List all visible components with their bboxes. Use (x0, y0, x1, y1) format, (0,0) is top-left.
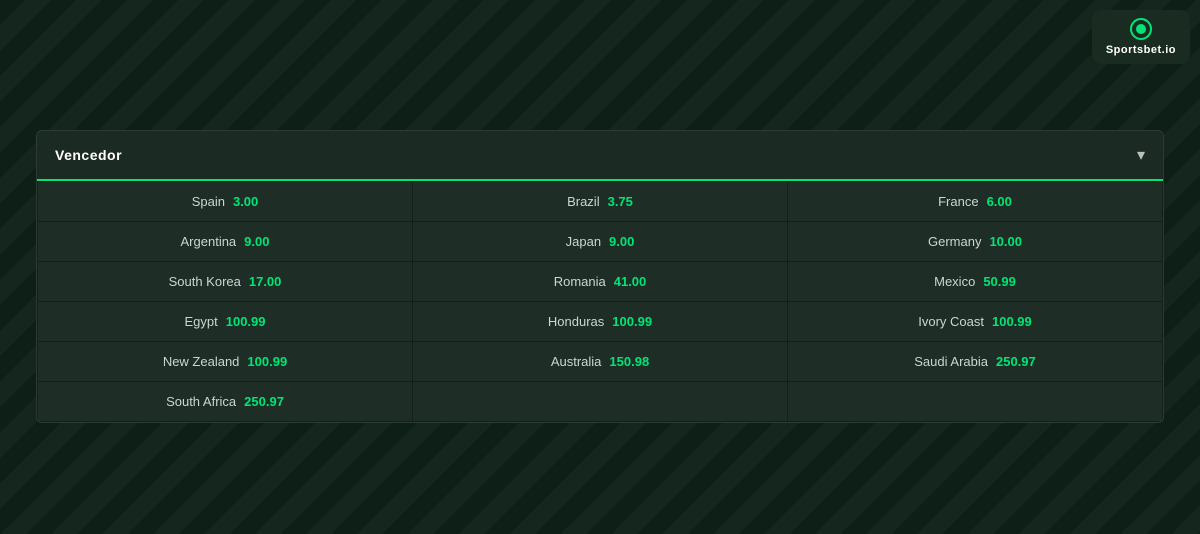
odds-value: 9.00 (244, 234, 269, 249)
logo-text: Sportsbet.io (1106, 44, 1176, 56)
odds-value: 3.00 (233, 194, 258, 209)
country-name: New Zealand (163, 354, 240, 369)
odds-value: 100.99 (992, 314, 1032, 329)
country-name: France (938, 194, 978, 209)
panel-title: Vencedor (55, 147, 122, 163)
odds-cell[interactable]: Argentina 9.00 (38, 222, 412, 261)
odds-cell[interactable]: France 6.00 (788, 182, 1162, 221)
odds-value: 41.00 (614, 274, 647, 289)
odds-cell[interactable]: Romania 41.00 (413, 262, 787, 301)
odds-cell[interactable]: Germany 10.00 (788, 222, 1162, 261)
odds-cell[interactable]: Brazil 3.75 (413, 182, 787, 221)
odds-value: 100.99 (247, 354, 287, 369)
logo-container: Sportsbet.io (1092, 10, 1190, 64)
country-name: Mexico (934, 274, 975, 289)
odds-cell[interactable]: New Zealand 100.99 (38, 342, 412, 381)
country-name: Romania (554, 274, 606, 289)
country-name: Brazil (567, 194, 600, 209)
country-name: Argentina (181, 234, 237, 249)
country-name: Egypt (184, 314, 217, 329)
odds-value: 10.00 (989, 234, 1022, 249)
odds-value: 50.99 (983, 274, 1016, 289)
country-name: Spain (192, 194, 225, 209)
odds-cell[interactable]: South Africa 250.97 (38, 382, 412, 421)
odds-value: 100.99 (612, 314, 652, 329)
country-name: Saudi Arabia (914, 354, 988, 369)
country-name: Ivory Coast (918, 314, 984, 329)
odds-value: 250.97 (996, 354, 1036, 369)
logo-icon (1130, 18, 1152, 40)
odds-value: 17.00 (249, 274, 282, 289)
odds-cell[interactable]: Saudi Arabia 250.97 (788, 342, 1162, 381)
odds-cell (788, 382, 1162, 421)
odds-cell[interactable]: Japan 9.00 (413, 222, 787, 261)
odds-value: 9.00 (609, 234, 634, 249)
odds-cell[interactable]: South Korea 17.00 (38, 262, 412, 301)
chevron-down-icon[interactable]: ▾ (1137, 145, 1145, 165)
odds-cell[interactable]: Egypt 100.99 (38, 302, 412, 341)
odds-cell[interactable]: Honduras 100.99 (413, 302, 787, 341)
country-name: Honduras (548, 314, 604, 329)
country-name: Germany (928, 234, 981, 249)
odds-value: 3.75 (608, 194, 633, 209)
odds-cell[interactable]: Australia 150.98 (413, 342, 787, 381)
country-name: Japan (566, 234, 601, 249)
odds-value: 250.97 (244, 394, 284, 409)
odds-value: 6.00 (987, 194, 1012, 209)
odds-grid: Spain 3.00 Brazil 3.75 France 6.00 Argentina 9.… (37, 181, 1163, 422)
panel-header: Vencedor ▾ (37, 131, 1163, 181)
main-panel: Vencedor ▾ Spain 3.00 Brazil 3.75 France 6.00… (36, 130, 1164, 423)
country-name: South Korea (169, 274, 241, 289)
odds-cell[interactable]: Ivory Coast 100.99 (788, 302, 1162, 341)
country-name: South Africa (166, 394, 236, 409)
odds-cell (413, 382, 787, 421)
odds-cell[interactable]: Mexico 50.99 (788, 262, 1162, 301)
odds-value: 150.98 (609, 354, 649, 369)
country-name: Australia (551, 354, 602, 369)
odds-cell[interactable]: Spain 3.00 (38, 182, 412, 221)
odds-value: 100.99 (226, 314, 266, 329)
